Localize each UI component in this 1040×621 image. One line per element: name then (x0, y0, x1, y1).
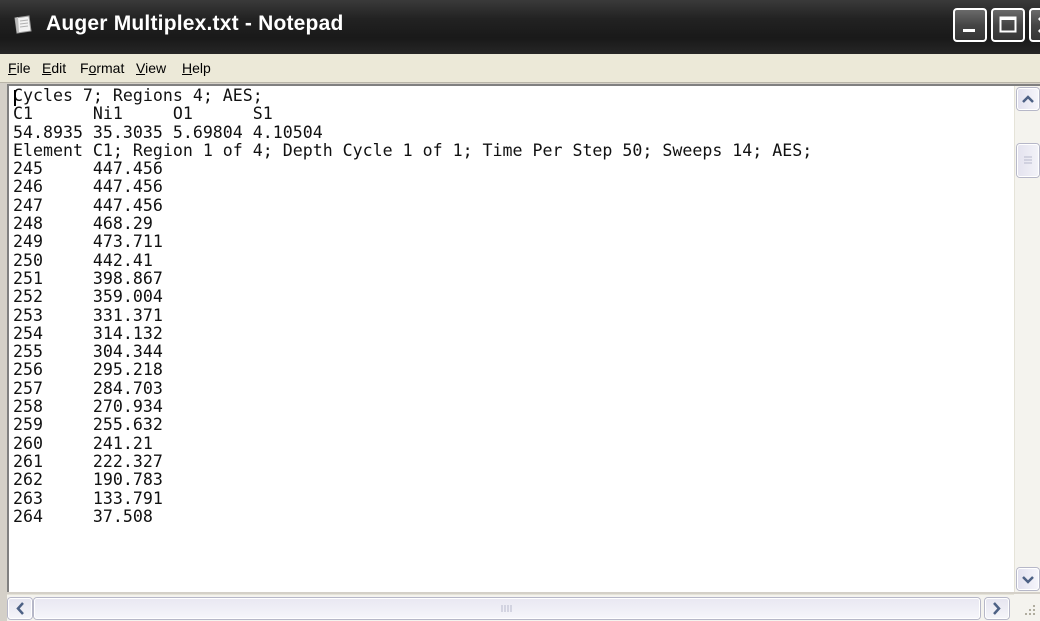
vertical-scrollbar[interactable] (1014, 86, 1040, 592)
minimize-icon (963, 29, 975, 32)
close-button[interactable] (1029, 8, 1040, 42)
notepad-window: Auger Multiplex.txt - Notepad File Edit … (0, 0, 1040, 621)
resize-grip-icon (1025, 605, 1035, 615)
menu-view[interactable]: View (136, 60, 166, 76)
horizontal-scrollbar[interactable] (7, 594, 1014, 621)
minimize-button[interactable] (953, 8, 987, 42)
text-cursor (14, 90, 16, 106)
scroll-up-button[interactable] (1017, 88, 1039, 110)
scroll-left-button[interactable] (8, 598, 32, 619)
arrow-left-icon (16, 602, 24, 615)
title-bar[interactable]: Auger Multiplex.txt - Notepad (0, 0, 1040, 54)
scroll-down-button[interactable] (1017, 568, 1039, 590)
document-text[interactable]: Cycles 7; Regions 4; AES; C1 Ni1 O1 S1 5… (13, 86, 812, 526)
horizontal-scroll-thumb[interactable] (34, 598, 980, 619)
menu-format[interactable]: Format (80, 60, 124, 76)
grip-lines-icon (501, 605, 512, 612)
close-icon (1037, 17, 1040, 33)
vertical-scroll-thumb[interactable] (1017, 144, 1039, 177)
menu-file[interactable]: File (8, 60, 31, 76)
window-title: Auger Multiplex.txt - Notepad (46, 12, 344, 35)
menu-edit[interactable]: Edit (42, 60, 66, 76)
notepad-icon[interactable] (13, 15, 35, 35)
menu-bar: File Edit Format View Help (0, 54, 1040, 83)
maximize-button[interactable] (991, 8, 1025, 42)
grip-lines-icon (1024, 156, 1032, 164)
arrow-right-icon (993, 602, 1001, 615)
maximize-icon (999, 16, 1017, 33)
scroll-right-button[interactable] (985, 598, 1009, 619)
resize-grip[interactable] (1014, 594, 1040, 621)
menu-help[interactable]: Help (182, 60, 211, 76)
arrow-up-icon (1022, 95, 1034, 103)
text-editor[interactable]: Cycles 7; Regions 4; AES; C1 Ni1 O1 S1 5… (7, 84, 1040, 592)
arrow-down-icon (1022, 576, 1034, 584)
